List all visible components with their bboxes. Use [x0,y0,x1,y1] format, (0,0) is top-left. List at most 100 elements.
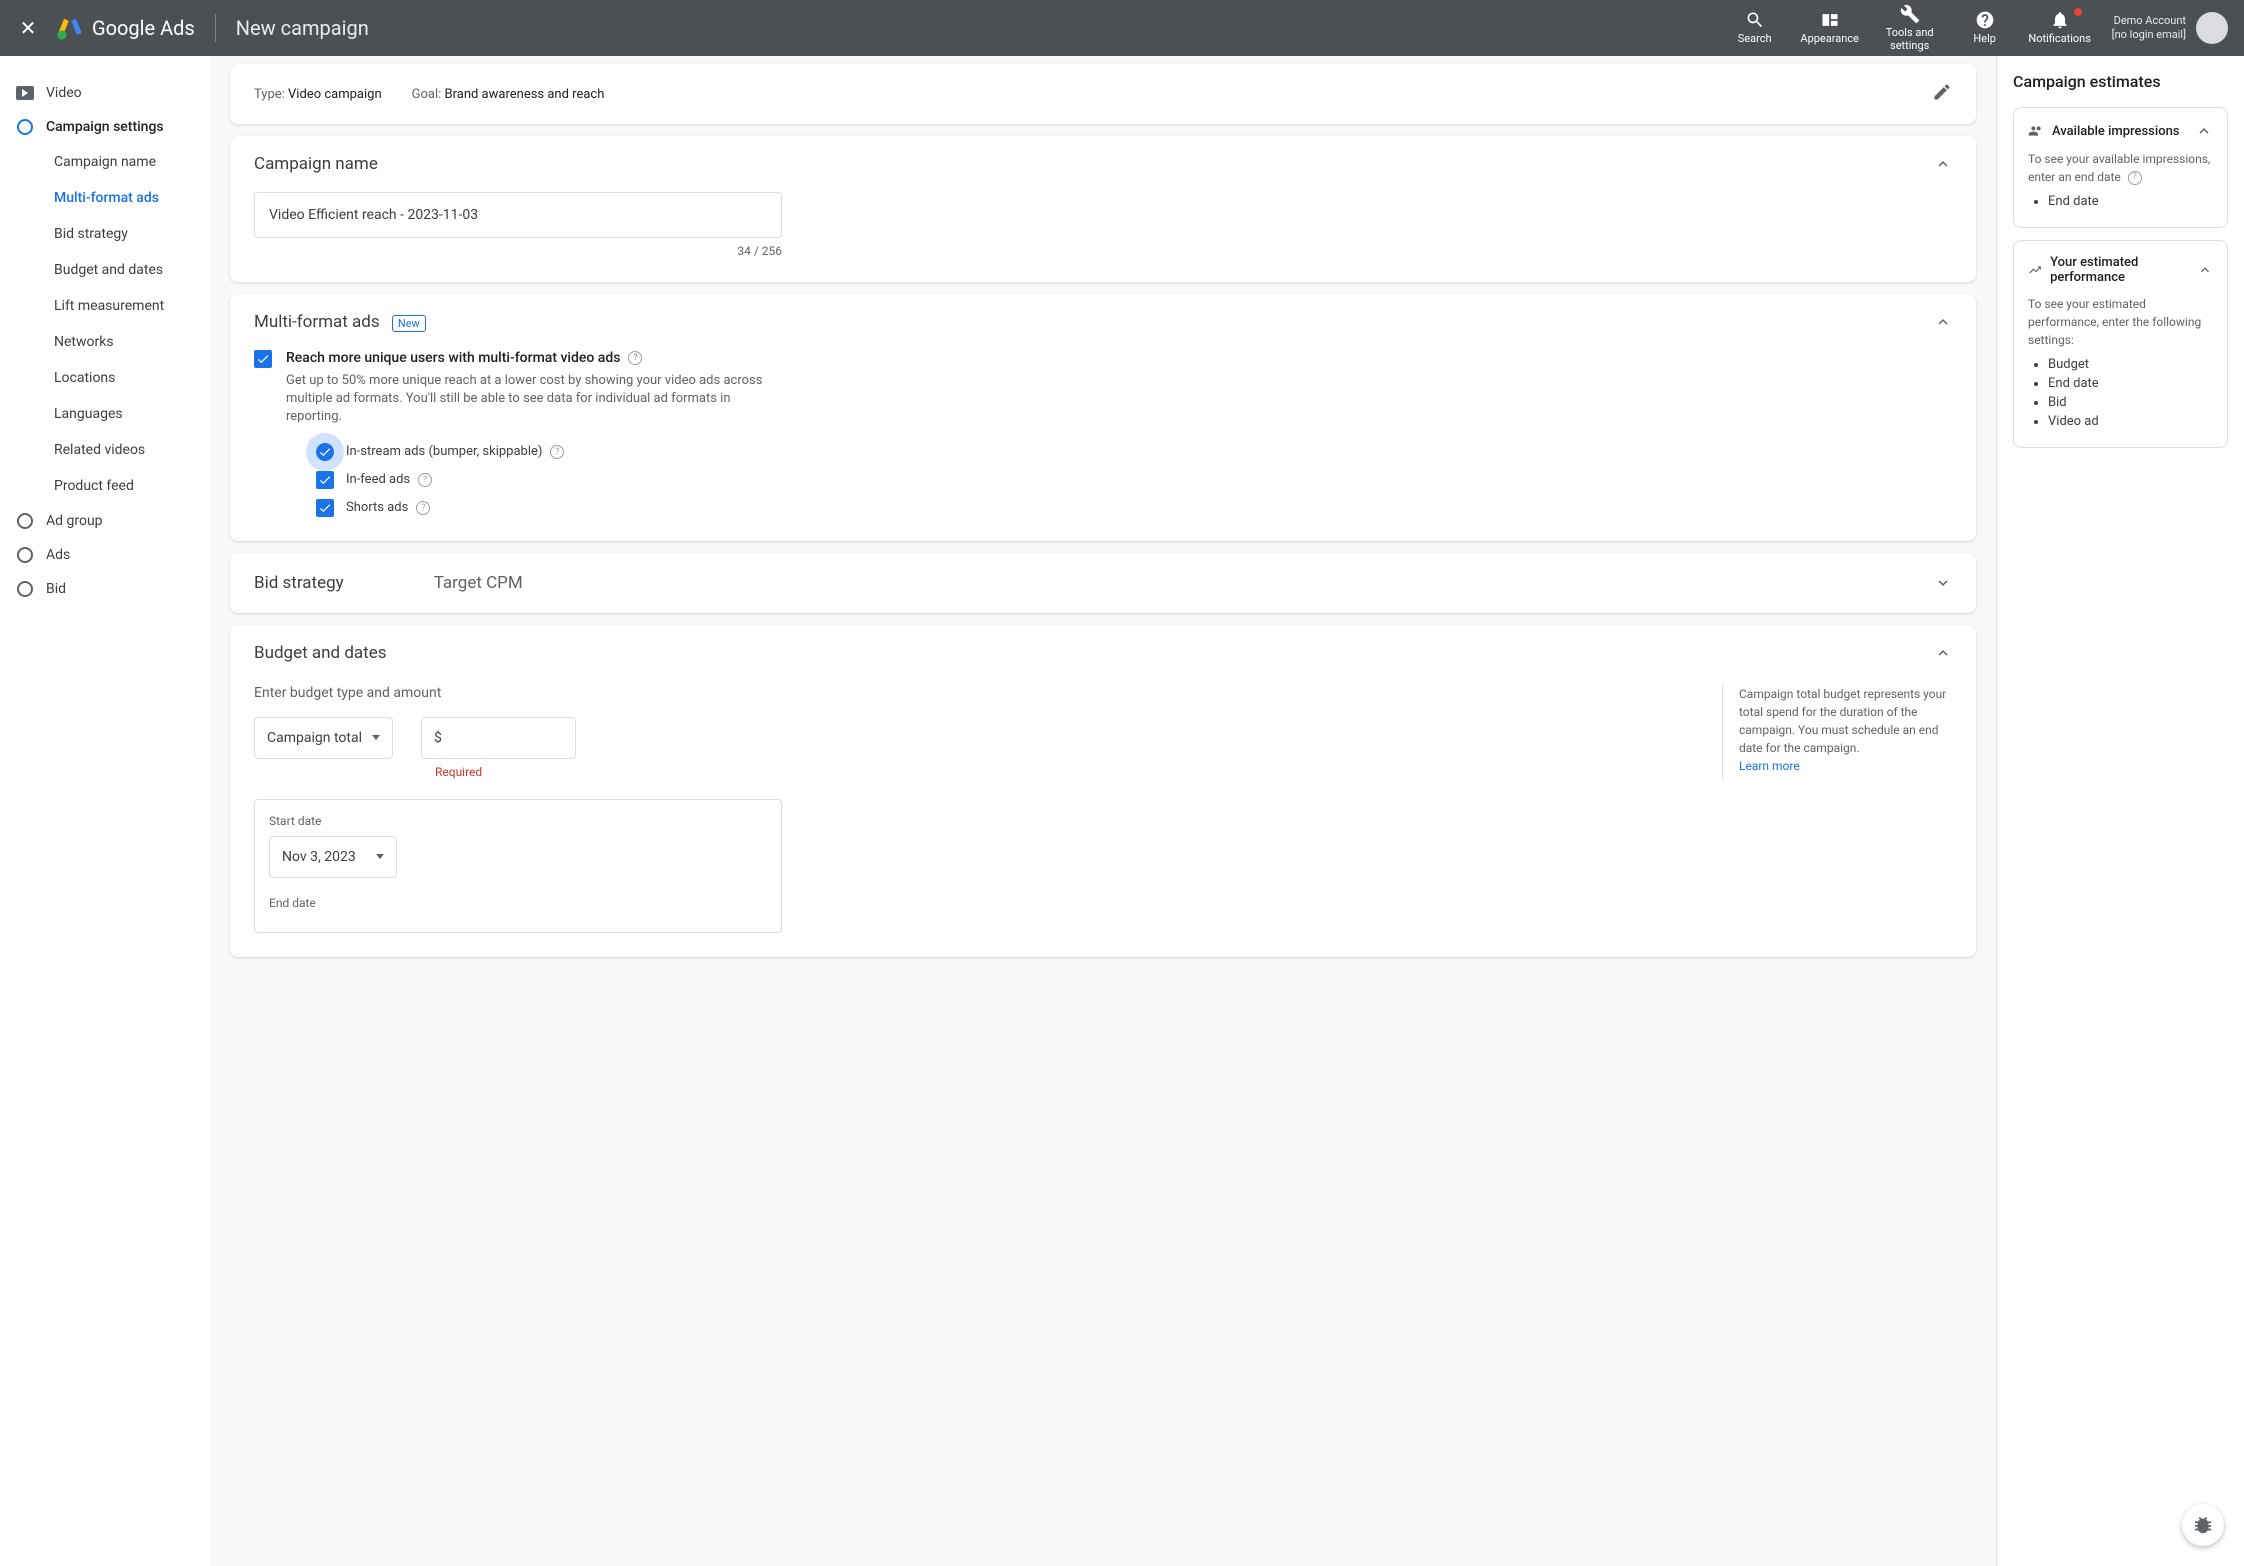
multi-format-main-check: Reach more unique users with multi-forma… [254,350,1952,517]
shorts-check-row: Shorts ads? [316,499,766,517]
chevron-up-icon [1934,155,1952,173]
sidebar-sub-languages[interactable]: Languages [0,396,210,432]
main-content: Type: Video campaign Goal: Brand awarene… [210,56,1996,1566]
trend-icon [2028,262,2042,278]
chevron-up-icon [2195,122,2213,140]
header-left: ✕ Google Ads New campaign [16,14,369,42]
start-date-select[interactable]: Nov 3, 2023 [269,836,397,878]
appearance-icon [1820,10,1840,30]
account-name: Demo Account [2112,14,2186,28]
bid-strategy-header[interactable]: Bid strategy Target CPM [230,553,1976,613]
checkbox-infeed[interactable] [316,471,334,489]
campaign-name-header[interactable]: Campaign name [230,136,1976,192]
appearance-tool[interactable]: Appearance [1790,10,1870,45]
sidebar-sub-campaign-name[interactable]: Campaign name [0,144,210,180]
google-ads-logo-icon [56,14,84,42]
sidebar-sub-related[interactable]: Related videos [0,432,210,468]
multi-format-card: Multi-format ads New Reach more unique u… [230,294,1976,541]
sidebar-item-video[interactable]: Video [0,76,210,110]
summary-card: Type: Video campaign Goal: Brand awarene… [230,64,1976,124]
search-icon [1745,10,1765,30]
radio-active-icon [16,118,34,136]
summary-type: Type: Video campaign [254,87,382,102]
video-icon [16,84,34,102]
header-right: Search Appearance Tools and settings Hel… [1720,4,2228,52]
budget-info-text: Campaign total budget represents your to… [1722,685,1952,779]
edit-summary-button[interactable] [1932,82,1952,106]
multi-format-header[interactable]: Multi-format ads New [230,294,1976,350]
dropdown-icon [372,735,380,740]
estimates-title: Campaign estimates [2013,72,2228,91]
performance-header[interactable]: Your estimated performance [2028,255,2213,285]
sidebar-sub-locations[interactable]: Locations [0,360,210,396]
chevron-up-icon [1934,313,1952,331]
chevron-up-icon [2197,261,2213,279]
impressions-header[interactable]: Available impressions [2028,122,2213,140]
budget-amount-input[interactable]: $ [421,717,576,759]
sidebar-item-ads[interactable]: Ads [0,538,210,572]
budget-dates-card: Budget and dates Enter budget type and a… [230,625,1976,957]
close-button[interactable]: ✕ [16,16,40,40]
sidebar-sub-product-feed[interactable]: Product feed [0,468,210,504]
feedback-fab[interactable] [2182,1504,2224,1546]
impressions-list: End date [2028,194,2213,209]
sidebar-item-ad-group[interactable]: Ad group [0,504,210,538]
budget-prompt: Enter budget type and amount [254,685,1682,701]
logo-area[interactable]: Google Ads [56,14,195,42]
help-icon[interactable]: ? [418,473,432,487]
people-icon [2028,123,2044,139]
account-text: Demo Account [no login email] [2112,14,2186,43]
tools-settings-tool[interactable]: Tools and settings [1870,4,1950,52]
avatar[interactable] [2196,12,2228,44]
page-title: New campaign [236,16,369,40]
radio-icon [16,546,34,564]
campaign-name-card: Campaign name 34 / 256 [230,136,1976,282]
bid-strategy-value: Target CPM [434,573,523,593]
budget-header[interactable]: Budget and dates [230,625,1976,681]
sidebar: Video Campaign settings Campaign name Mu… [0,56,210,1566]
dropdown-icon [376,854,384,859]
chevron-up-icon [1934,644,1952,662]
bug-icon [2192,1514,2214,1536]
campaign-name-input[interactable] [254,192,782,238]
help-icon[interactable]: ? [550,445,564,459]
help-icon[interactable]: ? [2128,171,2142,185]
search-tool[interactable]: Search [1720,10,1790,45]
budget-type-select[interactable]: Campaign total [254,717,393,759]
learn-more-link[interactable]: Learn more [1739,759,1800,773]
sidebar-sub-multi-format[interactable]: Multi-format ads [0,180,210,216]
bid-strategy-card: Bid strategy Target CPM [230,553,1976,613]
infeed-check-row: In-feed ads? [316,471,766,489]
checkbox-reach-more[interactable] [254,350,272,368]
checkbox-instream[interactable] [316,443,334,461]
date-box: Start date Nov 3, 2023 End date [254,799,782,933]
help-icon[interactable]: ? [628,351,642,365]
performance-list: Budget End date Bid Video ad [2028,357,2213,429]
start-date-label: Start date [269,814,767,828]
sidebar-sub-networks[interactable]: Networks [0,324,210,360]
checkbox-shorts[interactable] [316,499,334,517]
end-date-label: End date [269,896,767,910]
wrench-icon [1900,4,1920,24]
required-label: Required [435,765,576,779]
sidebar-item-bid[interactable]: Bid [0,572,210,606]
impressions-card: Available impressions To see your availa… [2013,107,2228,228]
chevron-down-icon [1934,574,1952,592]
radio-icon [16,580,34,598]
app-header: ✕ Google Ads New campaign Search Appeara… [0,0,2244,56]
sidebar-item-campaign-settings[interactable]: Campaign settings [0,110,210,144]
help-icon[interactable]: ? [416,501,430,515]
notification-badge [2074,8,2082,16]
help-tool[interactable]: Help [1950,10,2020,45]
account-info[interactable]: Demo Account [no login email] [2112,12,2228,44]
account-email: [no login email] [2112,28,2186,42]
bell-icon [2050,10,2070,30]
sidebar-sub-budget-dates[interactable]: Budget and dates [0,252,210,288]
sidebar-sub-bid-strategy[interactable]: Bid strategy [0,216,210,252]
header-divider [215,14,216,42]
help-icon [1975,10,1995,30]
char-counter: 34 / 256 [254,244,782,258]
instream-check-row: In-stream ads (bumper, skippable)? [316,443,766,461]
notifications-tool[interactable]: Notifications [2020,10,2100,45]
sidebar-sub-lift[interactable]: Lift measurement [0,288,210,324]
